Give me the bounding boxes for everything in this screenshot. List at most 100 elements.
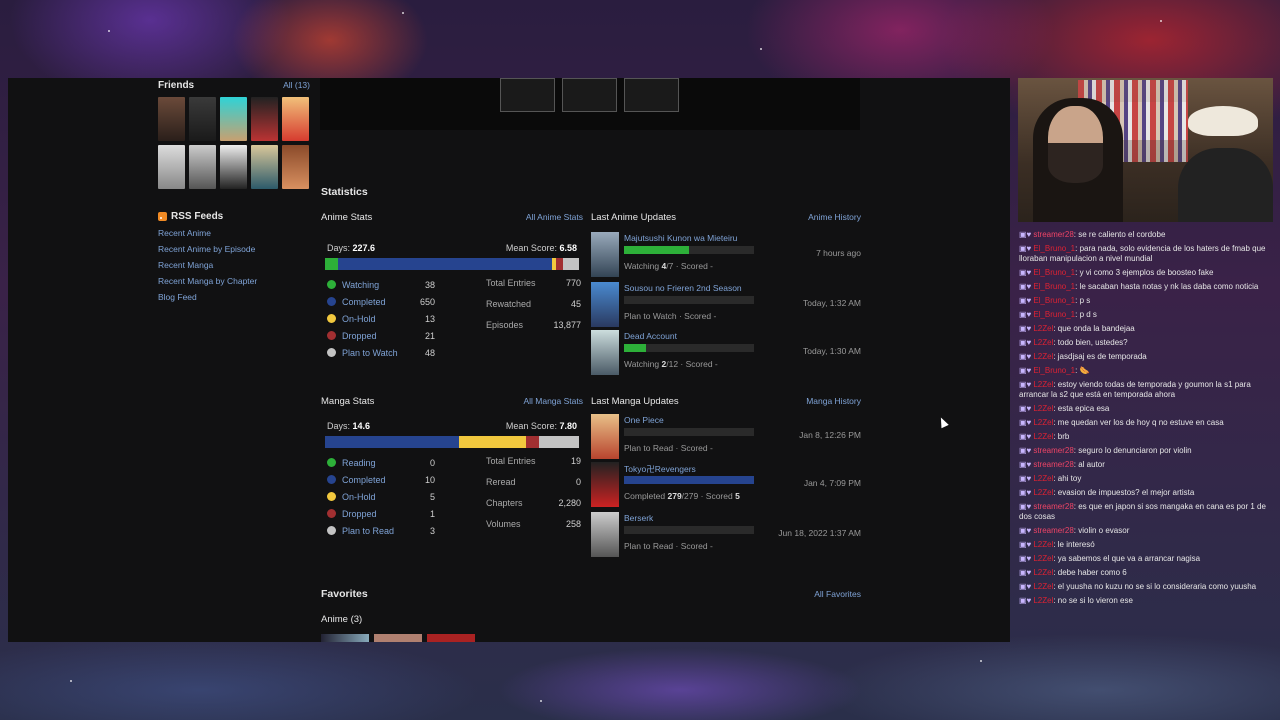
- all-anime-stats-link[interactable]: All Anime Stats: [526, 212, 583, 222]
- friend-avatar[interactable]: [220, 145, 247, 189]
- anime-stats-title: Anime Stats: [321, 212, 373, 223]
- update-title[interactable]: Sousou no Frieren 2nd Season: [624, 283, 742, 293]
- legend-label[interactable]: On-Hold: [342, 314, 376, 324]
- anime-history-link[interactable]: Anime History: [808, 212, 861, 222]
- chat-username[interactable]: El_Bruno_1: [1033, 296, 1075, 305]
- anime-thumb[interactable]: [591, 282, 619, 327]
- favorite-thumb[interactable]: [427, 634, 475, 642]
- chat-username[interactable]: streamer28: [1033, 460, 1073, 469]
- chat-username[interactable]: L2Zel: [1033, 432, 1053, 441]
- update-title[interactable]: Dead Account: [624, 331, 677, 341]
- chat-username[interactable]: L2Zel: [1033, 338, 1053, 347]
- update-time: Today, 1:30 AM: [803, 346, 861, 356]
- chat-username[interactable]: L2Zel: [1033, 324, 1053, 333]
- rss-link[interactable]: Blog Feed: [158, 292, 318, 302]
- total-label: Volumes: [486, 519, 521, 529]
- chat-username[interactable]: L2Zel: [1033, 582, 1053, 591]
- update-title[interactable]: Berserk: [624, 513, 653, 523]
- manga-thumb[interactable]: [591, 414, 619, 459]
- rss-link[interactable]: Recent Anime: [158, 228, 318, 238]
- legend-label[interactable]: Dropped: [342, 509, 377, 519]
- favorite-thumb[interactable]: [321, 634, 369, 642]
- chat-username[interactable]: El_Bruno_1: [1033, 244, 1075, 253]
- all-favorites-link[interactable]: All Favorites: [814, 589, 861, 599]
- friend-avatar[interactable]: [282, 145, 309, 189]
- friend-avatar[interactable]: [189, 97, 216, 141]
- legend-label[interactable]: Completed: [342, 475, 386, 485]
- legend-label[interactable]: Reading: [342, 458, 376, 468]
- rss-link[interactable]: Recent Anime by Episode: [158, 244, 318, 254]
- progress-bar: [624, 476, 754, 484]
- friend-avatar[interactable]: [189, 145, 216, 189]
- badge-icon: ▣♥: [1019, 526, 1032, 535]
- chat-username[interactable]: streamer28: [1033, 526, 1073, 535]
- chat-text: : le interesó: [1053, 540, 1095, 549]
- friend-avatar[interactable]: [220, 97, 247, 141]
- total-value: 13,877: [553, 320, 581, 330]
- chat-username[interactable]: L2Zel: [1033, 418, 1053, 427]
- legend-label[interactable]: Plan to Read: [342, 526, 394, 536]
- badge-icon: ▣♥: [1019, 366, 1032, 375]
- rss-link[interactable]: Recent Manga by Chapter: [158, 276, 318, 286]
- favorites-title: Favorites: [321, 588, 368, 600]
- badge-icon: ▣♥: [1019, 404, 1032, 413]
- total-value: 258: [565, 519, 581, 529]
- manga-history-link[interactable]: Manga History: [806, 396, 861, 406]
- chat-username[interactable]: L2Zel: [1033, 488, 1053, 497]
- legend-label[interactable]: Watching: [342, 280, 379, 290]
- manga-thumb[interactable]: [591, 462, 619, 507]
- legend-label[interactable]: Dropped: [342, 331, 377, 341]
- update-title[interactable]: One Piece: [624, 415, 664, 425]
- total-value: 2,280: [558, 498, 581, 508]
- chat-username[interactable]: El_Bruno_1: [1033, 268, 1075, 277]
- friend-avatar[interactable]: [251, 145, 278, 189]
- chat-username[interactable]: L2Zel: [1033, 554, 1053, 563]
- last-anime-updates: Last Anime Updates Anime History Majutsu…: [591, 212, 861, 375]
- anime-thumb[interactable]: [591, 232, 619, 277]
- chat-username[interactable]: L2Zel: [1033, 404, 1053, 413]
- chat-message: ▣♥ L2Zel: le interesó: [1016, 538, 1274, 552]
- chat-username[interactable]: L2Zel: [1033, 352, 1053, 361]
- chat-username[interactable]: streamer28: [1033, 230, 1073, 239]
- friends-all-link[interactable]: All (13): [283, 80, 310, 91]
- chat-username[interactable]: El_Bruno_1: [1033, 282, 1075, 291]
- chat-username[interactable]: L2Zel: [1033, 540, 1053, 549]
- chat-text: : esta epica esa: [1053, 404, 1110, 413]
- chat-username[interactable]: L2Zel: [1033, 474, 1053, 483]
- update-title[interactable]: Tokyo卍Revengers: [624, 463, 696, 475]
- total-label: Chapters: [486, 498, 523, 508]
- bar-segment: [337, 258, 552, 270]
- all-manga-stats-link[interactable]: All Manga Stats: [523, 396, 583, 406]
- update-title[interactable]: Majutsushi Kunon wa Mieteiru: [624, 233, 737, 243]
- update-status: Watching 4/7 · Scored -: [624, 261, 713, 271]
- chat-username[interactable]: L2Zel: [1033, 596, 1053, 605]
- legend-label[interactable]: Completed: [342, 297, 386, 307]
- score-value: 5: [735, 491, 740, 501]
- rss-link[interactable]: Recent Manga: [158, 260, 318, 270]
- chat-message: ▣♥ streamer28: al autor: [1016, 458, 1274, 472]
- friend-avatar[interactable]: [158, 97, 185, 141]
- cover-thumb[interactable]: [500, 78, 555, 112]
- statistics-section: Statistics Anime Stats All Anime Stats D…: [321, 186, 861, 557]
- favorite-thumb[interactable]: [374, 634, 422, 642]
- top-cover-strip: [320, 78, 860, 130]
- cover-thumb[interactable]: [562, 78, 617, 112]
- chat-username[interactable]: El_Bruno_1: [1033, 366, 1075, 375]
- chat-username[interactable]: El_Bruno_1: [1033, 310, 1075, 319]
- chat-username[interactable]: L2Zel: [1033, 568, 1053, 577]
- friend-avatar[interactable]: [251, 97, 278, 141]
- chat-username[interactable]: L2Zel: [1033, 380, 1053, 389]
- legend-label[interactable]: Plan to Watch: [342, 348, 398, 358]
- chat-message: ▣♥ L2Zel: debe haber como 6: [1016, 566, 1274, 580]
- anime-thumb[interactable]: [591, 330, 619, 375]
- status-dot: [327, 492, 336, 501]
- cover-thumb[interactable]: [624, 78, 679, 112]
- chat-username[interactable]: streamer28: [1033, 502, 1073, 511]
- status-dot: [327, 297, 336, 306]
- progress-value: 279: [667, 491, 682, 501]
- friend-avatar[interactable]: [282, 97, 309, 141]
- chat-username[interactable]: streamer28: [1033, 446, 1073, 455]
- legend-label[interactable]: On-Hold: [342, 492, 376, 502]
- friend-avatar[interactable]: [158, 145, 185, 189]
- manga-thumb[interactable]: [591, 512, 619, 557]
